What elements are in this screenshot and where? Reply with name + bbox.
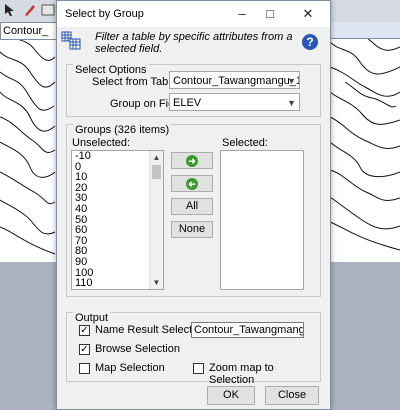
unselected-label: Unselected: bbox=[72, 137, 131, 149]
select-options-legend: Select Options bbox=[73, 64, 149, 76]
all-button[interactable]: All bbox=[171, 198, 213, 215]
dialog-header: Filter a table by specific attributes fr… bbox=[57, 27, 330, 57]
close-button[interactable]: Close bbox=[265, 386, 319, 405]
name-result-checkbox[interactable]: ✓ bbox=[79, 325, 90, 336]
maximize-icon[interactable]: □ bbox=[261, 5, 279, 23]
add-to-selected-button[interactable]: ➜ bbox=[171, 152, 213, 169]
groups-group: Groups (326 items) Unselected: Selected:… bbox=[66, 124, 321, 297]
unselected-list[interactable]: -10 0 10 20 30 40 50 60 70 80 90 100 110 ▲ ▼ bbox=[71, 150, 164, 290]
dialog-description: Filter a table by specific attributes fr… bbox=[95, 31, 293, 55]
pencil-tool-icon[interactable] bbox=[22, 2, 38, 18]
select-tool-icon[interactable] bbox=[2, 2, 18, 18]
ok-button[interactable]: OK bbox=[207, 386, 255, 405]
table-filter-icon bbox=[61, 31, 81, 50]
dialog-titlebar[interactable]: Select by Group – □ ✕ bbox=[57, 1, 330, 27]
scroll-thumb[interactable] bbox=[152, 165, 161, 179]
arrow-left-icon: ➜ bbox=[186, 178, 198, 190]
checkmark-icon: ✓ bbox=[80, 344, 89, 355]
chevron-down-icon: ▼ bbox=[287, 76, 296, 86]
name-result-value: Contour_Tawangmangu_ bbox=[194, 324, 303, 336]
checkmark-icon: ✓ bbox=[80, 325, 89, 336]
field-select[interactable]: ELEV ▼ bbox=[169, 93, 300, 111]
map-selection-label: Map Selection bbox=[95, 362, 165, 374]
select-by-group-dialog: Select by Group – □ ✕ Filter a table by … bbox=[56, 0, 331, 410]
field-select-value: ELEV bbox=[173, 97, 202, 109]
browse-selection-checkbox[interactable]: ✓ bbox=[79, 344, 90, 355]
zoom-selection-checkbox[interactable] bbox=[193, 363, 204, 374]
help-icon[interactable]: ? bbox=[302, 34, 318, 50]
table-label: Select from Table bbox=[92, 76, 177, 88]
remove-from-selected-button[interactable]: ➜ bbox=[171, 175, 213, 192]
table-select-value: Contour_Tawangmangu_10m bbox=[173, 75, 299, 87]
selected-list[interactable] bbox=[220, 150, 304, 290]
dialog-title: Select by Group bbox=[65, 8, 144, 20]
zoom-selection-label: Zoom map to Selection bbox=[209, 362, 274, 386]
output-group: Output ✓ Name Result Selection Contour_T… bbox=[66, 312, 321, 386]
scroll-up-icon[interactable]: ▲ bbox=[150, 151, 163, 164]
grid-tool-icon[interactable] bbox=[40, 2, 56, 18]
output-legend: Output bbox=[73, 312, 111, 324]
minimize-icon[interactable]: – bbox=[233, 5, 251, 23]
unselected-scrollbar[interactable]: ▲ ▼ bbox=[149, 151, 163, 289]
map-window-title: Contour_ bbox=[0, 22, 64, 40]
arrow-right-icon: ➜ bbox=[186, 155, 198, 167]
map-title-text: Contour_ bbox=[3, 25, 49, 37]
browse-selection-label: Browse Selection bbox=[95, 343, 180, 355]
map-selection-checkbox[interactable] bbox=[79, 363, 90, 374]
selected-label: Selected: bbox=[222, 137, 268, 149]
name-result-input[interactable]: Contour_Tawangmangu_ bbox=[191, 322, 304, 338]
secondary-window-titlebar bbox=[330, 22, 400, 39]
groups-legend: Groups (326 items) bbox=[73, 124, 172, 136]
chevron-down-icon: ▼ bbox=[287, 98, 296, 108]
select-options-group: Select Options Select from Table Contour… bbox=[66, 64, 321, 117]
table-select[interactable]: Contour_Tawangmangu_10m ▼ bbox=[169, 71, 300, 89]
none-button[interactable]: None bbox=[171, 221, 213, 238]
close-icon[interactable]: ✕ bbox=[299, 5, 317, 23]
scroll-down-icon[interactable]: ▼ bbox=[150, 276, 163, 289]
